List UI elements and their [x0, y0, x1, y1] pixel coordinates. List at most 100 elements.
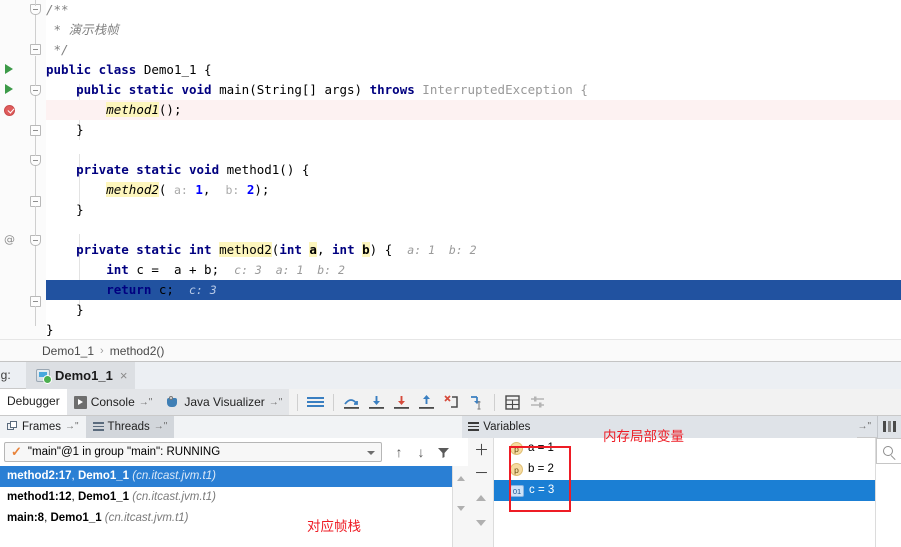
settings-icon[interactable]: [528, 393, 547, 412]
pin-icon[interactable]: →": [269, 397, 283, 408]
frame-class: Demo1_1: [50, 512, 102, 524]
code-token: );: [254, 182, 270, 197]
pin-icon[interactable]: →": [65, 421, 79, 432]
frame-row[interactable]: main:8, Demo1_1 (cn.itcast.jvm.t1): [0, 508, 452, 529]
code-line[interactable]: public class Demo1_1 {: [46, 60, 901, 80]
thread-selector[interactable]: ✓ "main"@1 in group "main": RUNNING: [4, 442, 382, 462]
chevron-down-icon[interactable]: [367, 451, 375, 455]
code-token: method1() {: [226, 162, 310, 177]
code-line[interactable]: private static void method1() {: [46, 160, 901, 180]
debug-window-label: ug:: [0, 368, 11, 382]
tab-console[interactable]: Console →": [66, 389, 160, 415]
tab-frames[interactable]: Frames →": [0, 415, 86, 438]
code-token: c: 3: [189, 283, 217, 297]
evaluate-expression-icon[interactable]: [503, 393, 522, 412]
fold-toggle-main[interactable]: [30, 85, 41, 96]
variables-pin-icon[interactable]: →": [857, 421, 871, 432]
code-line[interactable]: }: [46, 200, 901, 220]
breakpoint-icon[interactable]: [4, 105, 15, 116]
code-line[interactable]: [46, 140, 901, 160]
move-up-icon[interactable]: [474, 491, 488, 505]
annotation-note-variables: 内存局部变量: [603, 429, 684, 445]
run-configuration-tab[interactable]: Demo1_1 ×: [26, 361, 136, 389]
step-over-icon[interactable]: [342, 393, 361, 412]
code-line[interactable]: public static void main(String[] args) t…: [46, 80, 901, 100]
close-icon[interactable]: ×: [120, 368, 128, 383]
run-class-gutter-icon[interactable]: [5, 64, 13, 74]
frame-row[interactable]: method1:12, Demo1_1 (cn.itcast.jvm.t1): [0, 487, 452, 508]
code-token: private static void: [46, 162, 227, 177]
code-line[interactable]: method2( a: 1, b: 2);: [46, 180, 901, 200]
layout-settings-icon[interactable]: [877, 415, 901, 438]
fold-toggle-main-end[interactable]: [30, 125, 41, 136]
code-line[interactable]: * 演示栈帧: [46, 20, 901, 40]
scroll-down-icon[interactable]: [457, 506, 465, 511]
fold-line: [35, 245, 36, 300]
code-line[interactable]: private static int method2(int a, int b)…: [46, 240, 901, 260]
breadcrumb-method[interactable]: method2(): [110, 344, 165, 358]
breadcrumb-class[interactable]: Demo1_1: [42, 344, 94, 358]
fold-toggle-method2[interactable]: [30, 235, 41, 246]
force-step-into-icon[interactable]: [392, 393, 411, 412]
breadcrumb[interactable]: Demo1_1 › method2(): [0, 339, 901, 361]
frame-class: Demo1_1: [77, 491, 130, 503]
code-token: a: 1 b: 2: [407, 243, 477, 257]
run-config-title: Demo1_1: [55, 367, 113, 383]
scroll-up-icon[interactable]: [457, 476, 465, 481]
variables-gutter-toolbar: ＋ －: [468, 438, 494, 547]
code-folding-rail[interactable]: [26, 0, 46, 339]
run-config-icon: [36, 368, 52, 384]
code-token: int: [46, 262, 137, 277]
fold-toggle-doc-end[interactable]: [30, 44, 41, 55]
run-method-gutter-icon[interactable]: [5, 84, 13, 94]
threads-icon: [92, 421, 104, 432]
frames-list[interactable]: method2:17, Demo1_1 (cn.itcast.jvm.t1) me…: [0, 466, 452, 529]
drop-frame-icon[interactable]: [442, 393, 461, 412]
code-line[interactable]: return c; c: 3: [46, 280, 901, 300]
thread-selector-value: "main"@1 in group "main": RUNNING: [27, 446, 221, 458]
code-editor[interactable]: @ /** * 演示栈帧 */public class Demo1_1 {pu…: [0, 0, 901, 339]
arrow-up-icon[interactable]: ↑: [390, 443, 408, 461]
code-line[interactable]: [46, 220, 901, 240]
frames-scrollbar[interactable]: [452, 466, 468, 547]
code-line[interactable]: }: [46, 120, 901, 140]
move-down-icon[interactable]: [474, 516, 488, 530]
code-line[interactable]: }: [46, 300, 901, 320]
tab-debugger[interactable]: Debugger: [0, 389, 67, 415]
arrow-down-icon[interactable]: ↓: [412, 443, 430, 461]
fold-toggle-method1[interactable]: [30, 155, 41, 166]
code-line[interactable]: method1();: [46, 100, 901, 120]
frame-package: (cn.itcast.jvm.t1): [129, 491, 216, 503]
code-text-area[interactable]: /** * 演示栈帧 */ public class Demo1_1 { publ…: [46, 0, 901, 339]
code-token: c = a + b;: [136, 262, 235, 277]
code-line[interactable]: }: [46, 320, 901, 339]
step-into-icon[interactable]: [367, 393, 386, 412]
code-token: int: [279, 242, 310, 257]
plus-icon[interactable]: ＋: [474, 443, 489, 458]
code-line[interactable]: /**: [46, 0, 901, 20]
code-line[interactable]: */: [46, 40, 901, 60]
variables-search-column: [875, 438, 901, 547]
run-to-cursor-icon[interactable]: [467, 393, 486, 412]
tab-frames-label: Frames: [22, 420, 61, 433]
minus-icon[interactable]: －: [474, 466, 489, 481]
tab-java-visualizer[interactable]: Java Visualizer →": [159, 389, 290, 415]
code-token: throws: [369, 82, 423, 97]
pin-icon[interactable]: →": [154, 421, 168, 432]
filter-icon[interactable]: [434, 443, 452, 461]
editor-gutter[interactable]: @: [0, 0, 26, 339]
code-line[interactable]: int c = a + b; c: 3 a: 1 b: 2: [46, 260, 901, 280]
search-icon: [883, 446, 893, 456]
show-execution-point-icon[interactable]: [306, 393, 325, 412]
tab-threads[interactable]: Threads →": [85, 415, 175, 438]
step-out-icon[interactable]: [417, 393, 436, 412]
code-token: (: [158, 182, 174, 197]
search-input[interactable]: [876, 438, 901, 464]
frame-row[interactable]: method2:17, Demo1_1 (cn.itcast.jvm.t1): [0, 466, 452, 487]
frame-method: method1:12: [7, 491, 72, 503]
variables-title-label: Variables: [483, 420, 531, 433]
pin-icon[interactable]: →": [139, 397, 153, 408]
code-token: c;: [158, 282, 189, 297]
